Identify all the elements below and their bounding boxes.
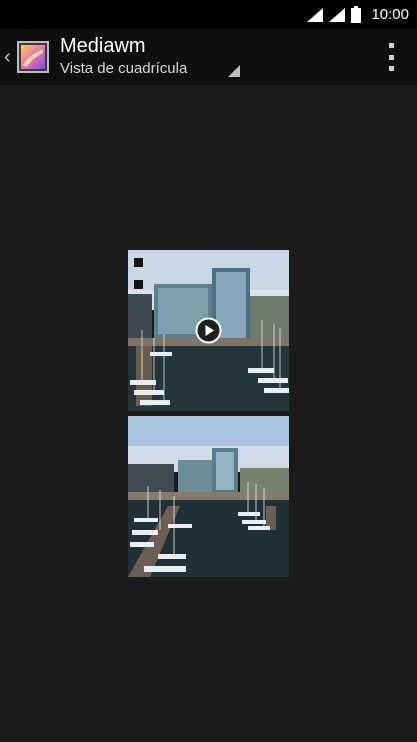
overflow-dot xyxy=(388,43,394,48)
signal-icon xyxy=(329,7,346,22)
selection-marker xyxy=(134,280,143,289)
status-clock: 10:00 xyxy=(371,6,409,23)
wifi-icon xyxy=(307,7,324,22)
spinner-triangle-icon xyxy=(228,65,240,77)
selection-marker xyxy=(134,258,143,267)
overflow-menu-icon[interactable] xyxy=(387,43,395,71)
overflow-dot xyxy=(388,66,394,71)
grid-item-photo[interactable] xyxy=(128,416,289,577)
album-title: Mediawm xyxy=(60,35,146,57)
grid-item-video[interactable] xyxy=(128,250,289,411)
back-chevron-icon: ‹ xyxy=(4,46,11,68)
gallery-app-icon xyxy=(17,41,49,73)
photo-thumbnail xyxy=(128,416,289,577)
play-icon xyxy=(195,317,222,344)
overflow-dot xyxy=(388,54,394,60)
media-grid xyxy=(128,250,289,577)
status-bar: 10:00 xyxy=(0,0,417,29)
battery-icon xyxy=(351,6,362,23)
up-button[interactable]: ‹ xyxy=(0,29,50,85)
action-bar: ‹ Mediawm Vista de cuadrícula xyxy=(0,29,417,85)
view-mode-label: Vista de cuadrícula xyxy=(60,60,188,77)
view-mode-spinner[interactable]: Mediawm Vista de cuadrícula xyxy=(60,29,240,85)
